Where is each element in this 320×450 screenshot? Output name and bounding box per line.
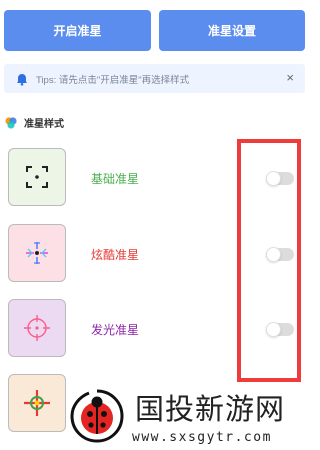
ladybug-logo (70, 389, 124, 443)
start-crosshair-button[interactable]: 开启准星 (4, 10, 151, 51)
toggle-highlight-box (237, 139, 301, 382)
style-label-basic: 基础准星 (91, 172, 140, 186)
bell-icon (17, 73, 27, 86)
section-header: 准星样式 (4, 115, 64, 130)
basic-crosshair-thumbnail[interactable] (8, 148, 66, 206)
watermark-url: www.sxsgytr.com (132, 430, 272, 445)
tips-text: Tips: 请先点击"开启准星"再选择样式 (36, 74, 190, 86)
red-crosshair-icon (24, 390, 50, 416)
basic-crosshair-icon (26, 166, 48, 188)
cool-crosshair-icon (26, 242, 48, 264)
watermark-title: 国投新游网 (135, 394, 286, 426)
palette-icon (5, 116, 17, 129)
close-icon[interactable]: × (286, 70, 294, 86)
section-title: 准星样式 (24, 119, 64, 130)
tips-banner: Tips: 请先点击"开启准星"再选择样式 × (4, 64, 305, 93)
watermark: 国投新游网 www.sxsgytr.com (60, 382, 315, 450)
crosshair-settings-button[interactable]: 准星设置 (159, 10, 305, 51)
cool-crosshair-thumbnail[interactable] (8, 224, 66, 282)
red-crosshair-thumbnail[interactable] (8, 374, 66, 432)
glow-crosshair-icon (24, 315, 50, 341)
glow-crosshair-thumbnail[interactable] (8, 299, 66, 357)
style-label-glow: 发光准星 (91, 323, 140, 337)
style-label-cool: 炫酷准星 (91, 248, 140, 262)
